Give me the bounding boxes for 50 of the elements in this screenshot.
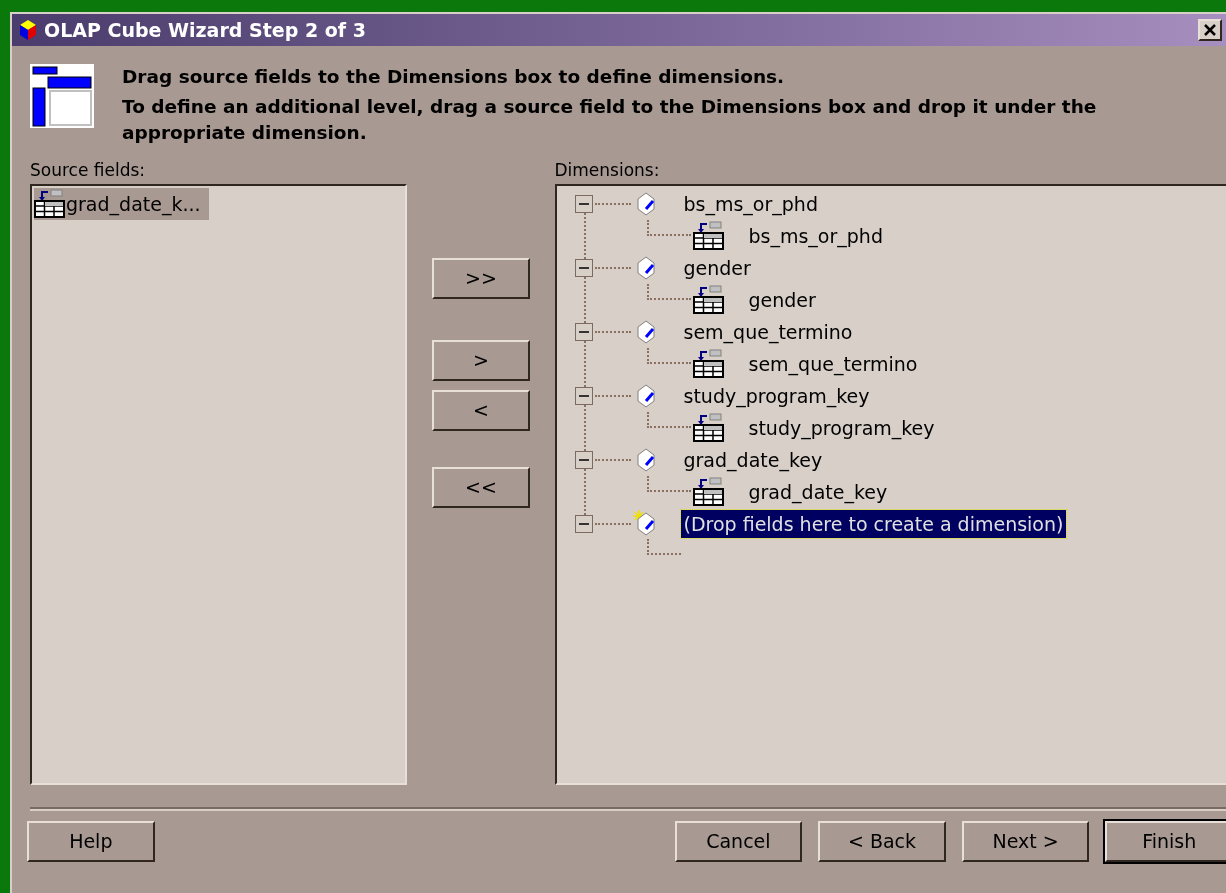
- level-name[interactable]: grad_date_key: [748, 477, 888, 507]
- collapse-icon[interactable]: [574, 387, 593, 405]
- level-name[interactable]: study_program_key: [748, 413, 935, 443]
- tree-connector-line: [646, 284, 691, 300]
- collapse-icon[interactable]: [574, 195, 593, 213]
- tree-connector-line: [646, 348, 691, 364]
- table-field-icon: [692, 477, 725, 507]
- close-button[interactable]: [1198, 19, 1222, 41]
- dialog-button[interactable]: < Back: [818, 821, 946, 862]
- default-button[interactable]: Finish: [1105, 821, 1226, 862]
- window-title: OLAP Cube Wizard Step 2 of 3: [44, 17, 366, 43]
- collapse-icon[interactable]: [574, 259, 593, 277]
- dimension-name[interactable]: gender: [680, 253, 754, 283]
- table-field-icon: [692, 285, 725, 315]
- dimension-layout-icon: [30, 64, 94, 128]
- tree-connector-line: [646, 476, 691, 492]
- level-name[interactable]: sem_que_termino: [748, 349, 918, 379]
- table-field-icon: [692, 413, 725, 443]
- dimensions-tree[interactable]: bs_ms_or_phd bs_ms_or_phd gender gender sem_que_termino sem_que_termino study_program_key study_program_key grad_date_key grad_date_key (Drop fields here to create a dimension): [554, 184, 1226, 785]
- instruction-text: Drag source fields to the Dimensions box to define dimensions.: [122, 65, 786, 89]
- close-icon: [1204, 24, 1216, 36]
- dimension-name[interactable]: bs_ms_or_phd: [680, 189, 821, 219]
- tree-connector-line: [646, 412, 691, 428]
- source-fields-list[interactable]: grad_date_k...: [30, 184, 408, 785]
- source-field-item[interactable]: grad_date_k...: [34, 188, 209, 220]
- cube-app-icon: [18, 19, 38, 41]
- collapse-icon[interactable]: [574, 451, 593, 469]
- instruction-text: To define an additional level, drag a source field to the Dimensions box and drop it under the appropriate dimension.: [122, 95, 1098, 145]
- tree-connector-line: [646, 220, 691, 236]
- level-name[interactable]: bs_ms_or_phd: [748, 221, 883, 251]
- dialog-button[interactable]: Next >: [961, 821, 1090, 862]
- source-fields-label: Source fields:: [30, 159, 147, 182]
- dimensions-label: Dimensions:: [554, 159, 661, 182]
- dimension-name[interactable]: sem_que_termino: [680, 317, 856, 347]
- dialog-button[interactable]: Help: [27, 821, 155, 862]
- table-field-icon: [692, 349, 725, 379]
- tree-connector-line: [646, 539, 681, 555]
- level-name[interactable]: gender: [748, 285, 816, 315]
- move-button[interactable]: <: [432, 390, 530, 431]
- dialog-button[interactable]: Cancel: [674, 821, 803, 862]
- move-button[interactable]: <<: [432, 467, 530, 508]
- dimension-name[interactable]: (Drop fields here to create a dimension): [680, 509, 1067, 539]
- move-button[interactable]: >>: [432, 258, 530, 299]
- table-field-icon: [692, 221, 725, 251]
- collapse-icon[interactable]: [574, 515, 593, 533]
- move-button[interactable]: >: [432, 340, 530, 381]
- collapse-icon[interactable]: [574, 323, 593, 341]
- dimension-name[interactable]: grad_date_key: [680, 445, 826, 475]
- table-field-icon: [34, 189, 66, 219]
- dimension-name[interactable]: study_program_key: [680, 381, 873, 411]
